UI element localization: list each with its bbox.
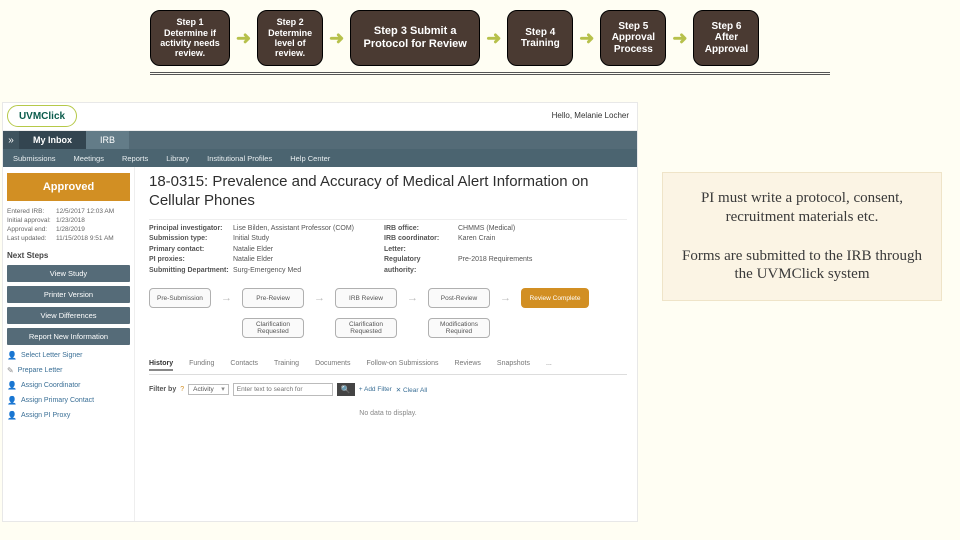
arrow-icon: ➜ — [234, 28, 253, 49]
assign-primary-contact-link[interactable]: 👤Assign Primary Contact — [7, 396, 130, 405]
status-badge: Approved — [7, 173, 130, 201]
main-panel: 18-0315: Prevalence and Accuracy of Medi… — [135, 167, 637, 521]
assign-pi-proxy-link[interactable]: 👤Assign PI Proxy — [7, 411, 130, 420]
subtab-help-center[interactable]: Help Center — [290, 154, 330, 163]
filter-label: Filter by — [149, 386, 176, 393]
tab-more[interactable]: ... — [546, 360, 552, 371]
app-header: UVMClick Hello, Melanie Locher — [3, 103, 637, 131]
step-3: Step 3 Submit a Protocol for Review — [350, 10, 480, 66]
select-letter-signer-link[interactable]: 👤Select Letter Signer — [7, 351, 130, 360]
filter-field-select[interactable]: Activity — [188, 384, 229, 395]
step-2: Step 2 Determine level of review. — [257, 10, 323, 66]
assign-coordinator-link[interactable]: 👤Assign Coordinator — [7, 381, 130, 390]
welcome-text: Hello, Melanie Locher — [552, 111, 629, 120]
wf-clarification-1[interactable]: Clarification Requested — [242, 318, 304, 338]
filter-search-input[interactable] — [233, 383, 333, 396]
tab-snapshots[interactable]: Snapshots — [497, 360, 530, 371]
prepare-letter-link[interactable]: ✎Prepare Letter — [7, 366, 130, 375]
sub-navigation: Submissions Meetings Reports Library Ins… — [3, 149, 637, 167]
step-5: Step 5 Approval Process — [600, 10, 666, 66]
arrow-icon: ➜ — [577, 28, 596, 49]
study-tabs: History Funding Contacts Training Docume… — [149, 360, 627, 375]
tab-follow-on[interactable]: Follow-on Submissions — [366, 360, 438, 371]
tab-documents[interactable]: Documents — [315, 360, 350, 371]
help-icon[interactable]: ? — [180, 386, 184, 393]
arrow-icon: → — [407, 292, 418, 304]
wf-irb-review[interactable]: IRB Review — [335, 288, 397, 308]
wf-pre-submission[interactable]: Pre-Submission — [149, 288, 211, 308]
info-panel: PI must write a protocol, consent, recru… — [662, 172, 942, 301]
arrow-icon: ➜ — [327, 28, 346, 49]
subtab-institutional-profiles[interactable]: Institutional Profiles — [207, 154, 272, 163]
subtab-meetings[interactable]: Meetings — [74, 154, 104, 163]
process-steps: Step 1 Determine if activity needs revie… — [0, 0, 960, 72]
arrow-icon: ➜ — [484, 28, 503, 49]
study-metadata: Entered IRB:12/5/2017 12:03 AM Initial a… — [7, 207, 130, 243]
add-filter-link[interactable]: + Add Filter — [359, 386, 392, 393]
step-4: Step 4 Training — [507, 10, 573, 66]
report-new-information-button[interactable]: Report New Information — [7, 328, 130, 345]
uvmclick-app: UVMClick Hello, Melanie Locher » My Inbo… — [2, 102, 638, 522]
info-text-2: Forms are submitted to the IRB through t… — [675, 247, 929, 285]
tab-history[interactable]: History — [149, 360, 173, 371]
tab-funding[interactable]: Funding — [189, 360, 214, 371]
uvmclick-logo[interactable]: UVMClick — [7, 105, 77, 127]
chevron-right-icon[interactable]: » — [3, 131, 19, 149]
next-steps-header: Next Steps — [7, 251, 130, 260]
tab-contacts[interactable]: Contacts — [230, 360, 258, 371]
subtab-reports[interactable]: Reports — [122, 154, 148, 163]
filter-row: Filter by ? Activity 🔍 + Add Filter ✕ Cl… — [149, 383, 627, 396]
left-panel: Approved Entered IRB:12/5/2017 12:03 AM … — [3, 167, 135, 521]
arrow-icon: → — [500, 292, 511, 304]
tab-irb[interactable]: IRB — [86, 131, 129, 149]
step-1: Step 1 Determine if activity needs revie… — [150, 10, 230, 66]
tab-reviews[interactable]: Reviews — [454, 360, 480, 371]
step-6: Step 6 After Approval — [693, 10, 759, 66]
tab-my-inbox[interactable]: My Inbox — [19, 131, 86, 149]
printer-version-button[interactable]: Printer Version — [7, 286, 130, 303]
info-text-1: PI must write a protocol, consent, recru… — [675, 189, 929, 227]
wf-review-complete[interactable]: Review Complete — [521, 288, 589, 308]
edit-icon: ✎ — [7, 366, 14, 375]
wf-clarification-2[interactable]: Clarification Requested — [335, 318, 397, 338]
workflow-diagram: Pre-Submission → Pre-Review Clarificatio… — [149, 288, 627, 354]
study-title: 18-0315: Prevalence and Accuracy of Medi… — [149, 173, 627, 211]
wf-pre-review[interactable]: Pre-Review — [242, 288, 304, 308]
top-navigation: » My Inbox IRB — [3, 131, 637, 149]
study-details: Principal investigator:Lise Bilden, Assi… — [149, 219, 627, 277]
subtab-submissions[interactable]: Submissions — [13, 154, 56, 163]
divider — [150, 72, 830, 75]
view-study-button[interactable]: View Study — [7, 265, 130, 282]
clear-all-link[interactable]: ✕ Clear All — [396, 386, 427, 394]
wf-modifications[interactable]: Modifications Required — [428, 318, 490, 338]
subtab-library[interactable]: Library — [166, 154, 189, 163]
arrow-icon: → — [221, 292, 232, 304]
no-data-message: No data to display. — [149, 410, 627, 417]
user-icon: 👤 — [7, 381, 17, 390]
user-icon: 👤 — [7, 411, 17, 420]
search-button[interactable]: 🔍 — [337, 383, 355, 396]
wf-post-review[interactable]: Post-Review — [428, 288, 490, 308]
user-icon: 👤 — [7, 351, 17, 360]
arrow-icon: → — [314, 292, 325, 304]
view-differences-button[interactable]: View Differences — [7, 307, 130, 324]
arrow-icon: ➜ — [670, 28, 689, 49]
user-icon: 👤 — [7, 396, 17, 405]
tab-training[interactable]: Training — [274, 360, 299, 371]
